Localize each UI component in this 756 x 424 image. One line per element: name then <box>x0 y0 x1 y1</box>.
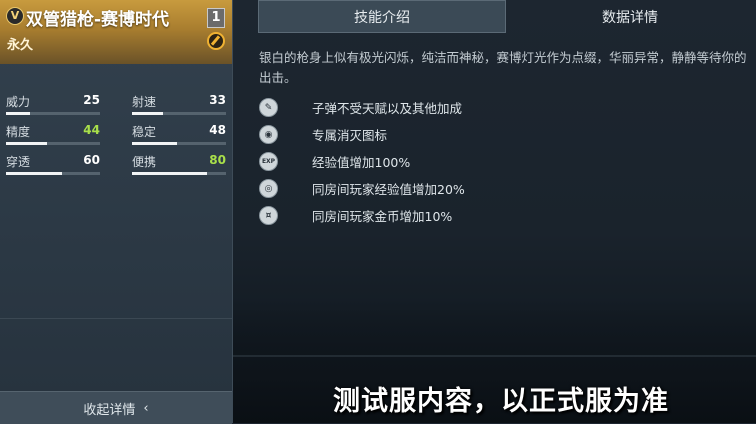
stat-bar-fill <box>6 142 48 145</box>
stat-accuracy: 精度 44 <box>6 123 100 153</box>
collapse-details-button[interactable]: 收起详情 ‹ <box>0 391 232 424</box>
chevron-left-icon: ‹ <box>143 400 149 416</box>
feature-text: 同房间玩家金币增加10% <box>312 209 453 224</box>
feature-text: 专属消灭图标 <box>312 128 388 143</box>
test-server-watermark: 测试服内容，以正式服为准 <box>333 386 669 417</box>
feature-text: 经验值增加100% <box>312 155 411 170</box>
stat-portability: 便携 80 <box>132 153 226 183</box>
exp-icon: EXP <box>259 152 278 171</box>
stat-bar-fill <box>6 112 30 115</box>
stat-label: 穿透 <box>6 155 31 169</box>
stat-bar <box>6 112 100 115</box>
divider <box>0 318 232 319</box>
stat-bar <box>132 112 226 115</box>
stat-fire-rate: 射速 33 <box>132 93 226 123</box>
stat-value: 25 <box>83 93 100 107</box>
collapse-label: 收起详情 <box>83 402 136 418</box>
tab-data-details[interactable]: 数据详情 <box>506 0 754 33</box>
stat-label: 稳定 <box>132 125 157 139</box>
stat-label: 射速 <box>132 95 157 109</box>
stat-value: 80 <box>209 153 226 167</box>
tier-badge-icon: V <box>6 7 24 25</box>
stat-bar-fill <box>132 112 164 115</box>
stat-bar <box>6 142 100 145</box>
emblem-icon[interactable] <box>207 32 225 50</box>
feature-item: ◉ 专属消灭图标 <box>259 123 739 145</box>
stat-label: 威力 <box>6 95 31 109</box>
feature-item: ¤ 同房间玩家金币增加10% <box>259 204 739 226</box>
stat-bar-fill <box>132 142 178 145</box>
tab-bar: 技能介绍 数据详情 <box>258 0 754 33</box>
stat-penetration: 穿透 60 <box>6 153 100 183</box>
feature-item: EXP 经验值增加100% <box>259 150 739 172</box>
stat-bar <box>132 142 226 145</box>
feature-text: 子弹不受天赋以及其他加成 <box>312 101 463 116</box>
kill-icon: ◉ <box>259 125 278 144</box>
stat-stability: 稳定 48 <box>132 123 226 153</box>
tab-skill-intro[interactable]: 技能介绍 <box>258 0 506 33</box>
weapon-description: 银白的枪身上似有极光闪烁，纯洁而神秘，赛博灯光作为点缀，华丽异常，静静等待你的出… <box>259 50 747 85</box>
stat-bar-fill <box>132 172 208 175</box>
stat-value: 48 <box>209 123 226 137</box>
room-coin-icon: ¤ <box>259 206 278 225</box>
stat-bar-fill <box>6 172 63 175</box>
weapon-info-panel: V 双管猎枪-赛博时代 1 永久 威力 25 射速 33 精度 44 稳定 48… <box>0 0 233 424</box>
duration-label: 永久 <box>7 38 34 53</box>
stat-label: 便携 <box>132 155 157 169</box>
weapon-header: V 双管猎枪-赛博时代 1 永久 <box>0 0 232 64</box>
stat-value: 33 <box>209 93 226 107</box>
bullet-icon: ✎ <box>259 98 278 117</box>
background-line <box>232 355 756 357</box>
stat-power: 威力 25 <box>6 93 100 123</box>
stat-value: 44 <box>83 123 100 137</box>
room-exp-icon: ◎ <box>259 179 278 198</box>
level-badge: 1 <box>207 8 225 28</box>
weapon-name: 双管猎枪-赛博时代 <box>26 10 170 30</box>
stat-bar <box>6 172 100 175</box>
feature-item: ✎ 子弹不受天赋以及其他加成 <box>259 96 739 118</box>
feature-item: ◎ 同房间玩家经验值增加20% <box>259 177 739 199</box>
stat-value: 60 <box>83 153 100 167</box>
stat-bar <box>132 172 226 175</box>
stat-label: 精度 <box>6 125 31 139</box>
feature-text: 同房间玩家经验值增加20% <box>312 182 465 197</box>
